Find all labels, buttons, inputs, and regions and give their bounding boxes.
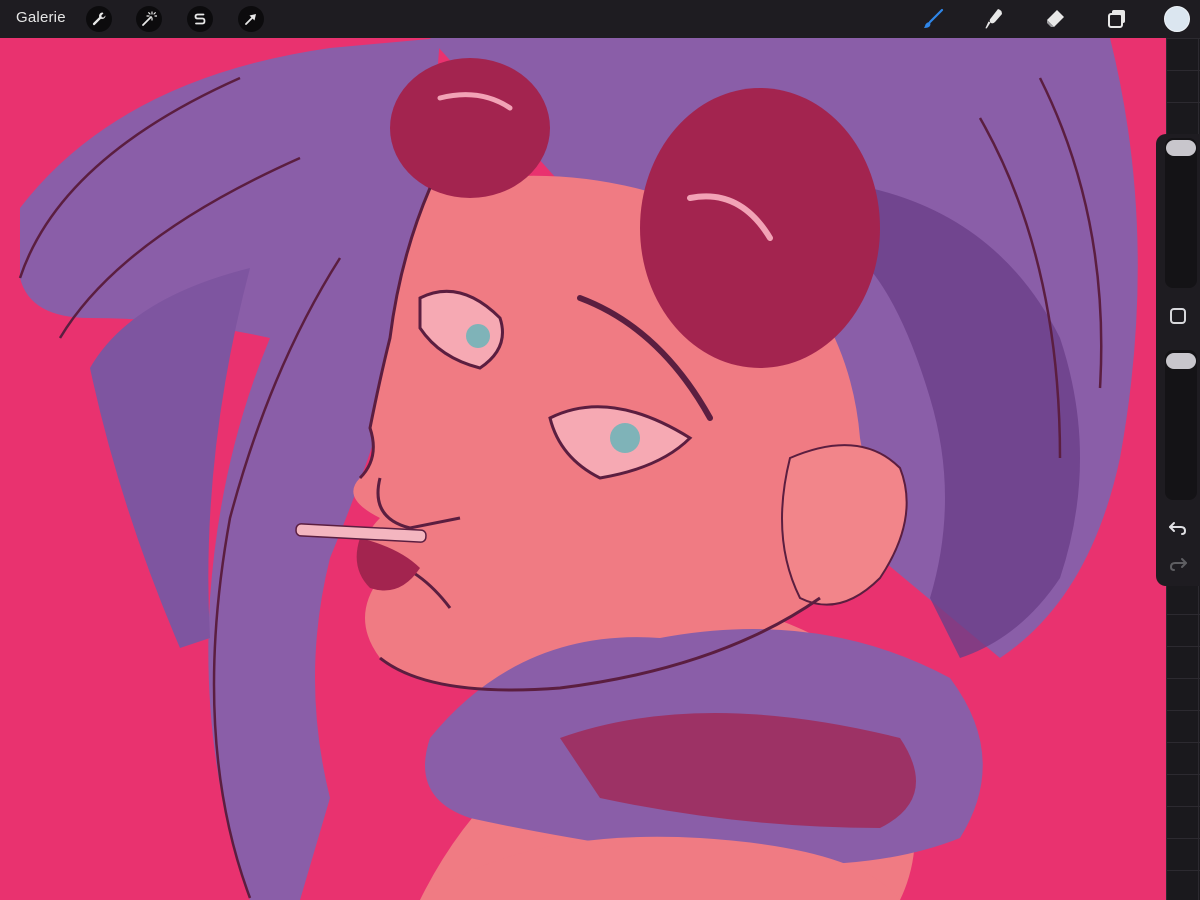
gallery-button[interactable]: Galerie [16, 9, 66, 26]
brush-tool-button[interactable] [919, 5, 947, 33]
arrow-cursor-icon [245, 14, 256, 25]
redo-icon [1169, 558, 1187, 571]
brush-sidebar [1156, 134, 1200, 586]
color-picker-button[interactable] [1164, 6, 1190, 32]
selection-button[interactable] [187, 6, 213, 32]
procreate-app: Galerie [0, 0, 1200, 900]
magic-wand-icon [142, 11, 157, 26]
brush-size-slider[interactable] [1165, 138, 1197, 288]
opacity-thumb[interactable] [1166, 353, 1196, 369]
layers-button[interactable] [1103, 5, 1131, 33]
transform-button[interactable] [238, 6, 264, 32]
eraser-tool-button[interactable] [1041, 5, 1069, 33]
top-toolbar: Galerie [0, 0, 1200, 38]
wrench-icon [92, 12, 106, 26]
opacity-slider[interactable] [1165, 350, 1197, 500]
eye-left-iris [466, 324, 490, 348]
brush-icon [924, 8, 944, 28]
goggle-left-lens [390, 58, 550, 198]
eye-right-iris [610, 423, 640, 453]
eraser-icon [1047, 10, 1064, 27]
actions-button[interactable] [86, 6, 112, 32]
brush-size-thumb[interactable] [1166, 140, 1196, 156]
selection-s-icon [194, 13, 206, 25]
undo-button[interactable] [1168, 518, 1188, 538]
layers-icon [1108, 10, 1125, 28]
redo-button[interactable] [1168, 554, 1188, 574]
undo-icon [1169, 522, 1187, 535]
modify-button[interactable] [1170, 308, 1186, 324]
smudge-finger-icon [985, 9, 1002, 29]
adjustments-button[interactable] [136, 6, 162, 32]
illustration [0, 38, 1166, 900]
smudge-tool-button[interactable] [980, 5, 1008, 33]
drawing-canvas[interactable] [0, 38, 1166, 900]
